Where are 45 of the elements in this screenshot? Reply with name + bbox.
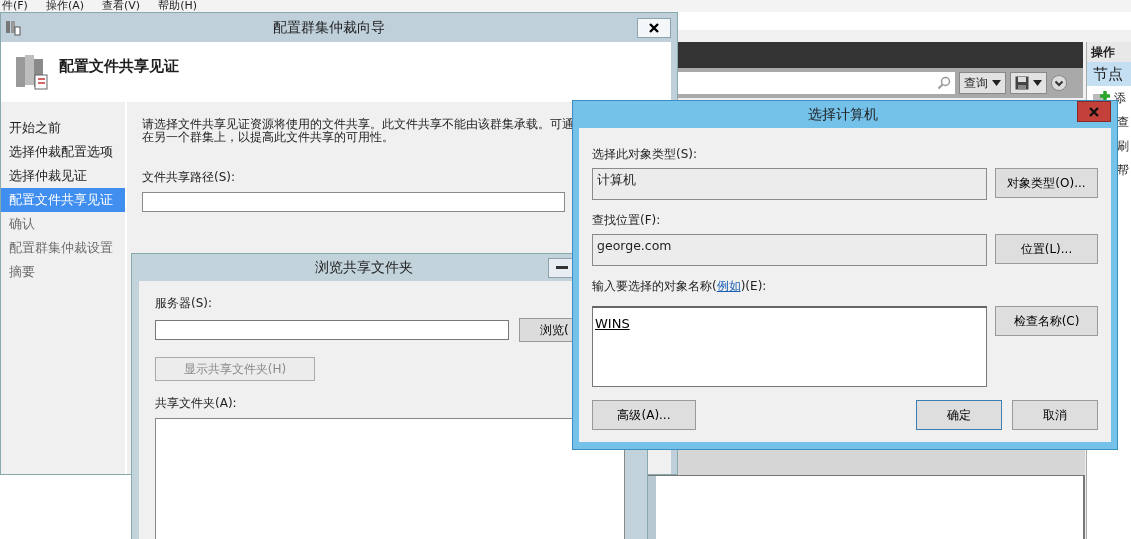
search-field[interactable] xyxy=(678,72,955,94)
cluster-icon xyxy=(15,53,49,91)
locations-button[interactable]: 位置(L)... xyxy=(995,234,1098,264)
field-label: 文件共享路径(S): xyxy=(142,169,236,186)
field-label: 共享文件夹(A): xyxy=(155,395,237,412)
menu-item[interactable]: 操作(A) xyxy=(45,0,85,12)
caret-icon xyxy=(992,80,1001,86)
field-label: 输入要选择的对象名称(例如)(E): xyxy=(592,278,768,295)
chevron-icon[interactable] xyxy=(1051,75,1067,91)
wizard-step[interactable]: 开始之前 xyxy=(1,116,125,140)
save-button[interactable] xyxy=(1010,72,1047,94)
field-label: 选择此对象类型(S): xyxy=(592,146,699,163)
wizard-step[interactable]: 选择仲裁配置选项 xyxy=(1,140,125,164)
examples-link[interactable]: 例如 xyxy=(716,279,741,293)
menu-item[interactable]: 件(F) xyxy=(2,0,28,12)
dialog-button[interactable]: 确定 xyxy=(916,400,1002,430)
wizard-step[interactable]: 选择仲裁见证 xyxy=(1,164,125,188)
field-label: 服务器(S): xyxy=(155,295,213,312)
dialog-button[interactable]: 取消 xyxy=(1012,400,1098,430)
path-input[interactable] xyxy=(142,192,565,212)
location-field: george.com xyxy=(592,234,987,266)
search-icon xyxy=(937,76,951,90)
close-button[interactable] xyxy=(637,17,671,38)
caret-icon xyxy=(1033,80,1042,86)
server-input[interactable] xyxy=(155,320,509,340)
cluster-icon xyxy=(5,19,21,36)
menu-item[interactable]: 查看(V) xyxy=(102,0,141,12)
window-title: 配置群集仲裁向导 xyxy=(272,18,386,37)
object-type-field: 计算机 xyxy=(592,168,987,200)
dialog-button[interactable]: 高级(A)... xyxy=(592,400,696,430)
object-types-button[interactable]: 对象类型(O)... xyxy=(995,168,1098,198)
field-label: 查找位置(F): xyxy=(592,212,662,229)
menu-item[interactable]: 帮助(H) xyxy=(158,0,197,12)
check-names-button[interactable]: 检查名称(C) xyxy=(995,306,1098,336)
pane-header: 操作 xyxy=(1087,42,1131,62)
section-header: 节点 xyxy=(1087,62,1131,86)
page-title: 配置文件共享见证 xyxy=(59,56,179,76)
object-name-input[interactable]: WINS xyxy=(592,306,987,387)
description-text: 请选择文件共享见证资源将使用的文件共享。此文件共享不能由该群集承载。可通 在另一个群集上，以提高此文件共享的可用性。 xyxy=(142,118,575,144)
close-icon xyxy=(1087,104,1101,119)
minimize-icon xyxy=(556,265,568,270)
close-icon xyxy=(647,20,661,35)
dialog-title: 选择计算机 xyxy=(807,105,879,124)
query-button[interactable]: 查询 xyxy=(959,72,1006,94)
dialog-title: 浏览共享文件夹 xyxy=(313,258,414,277)
